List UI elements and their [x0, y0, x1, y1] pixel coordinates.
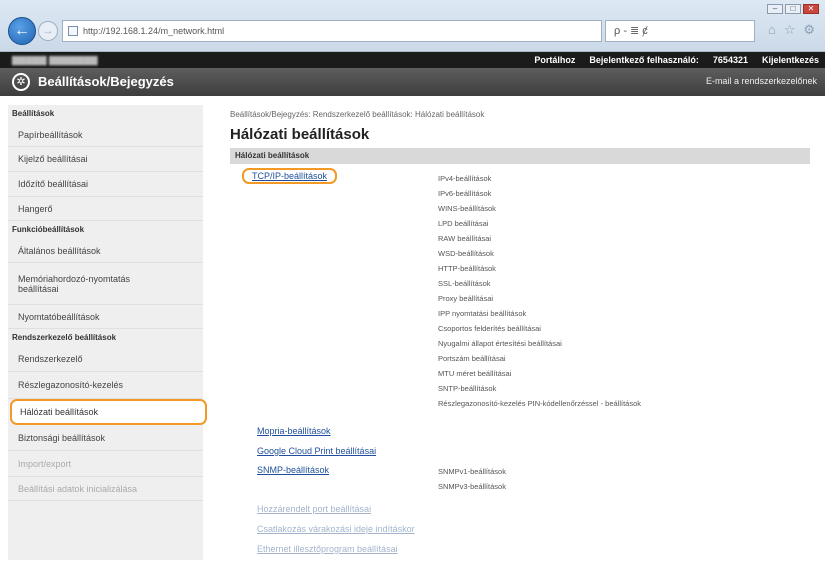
tcpip-sub-item: Portszám beállításai	[438, 354, 506, 363]
sidebar-item-import-export[interactable]: Import/export	[8, 451, 203, 477]
close-button[interactable]: ✕	[803, 4, 819, 14]
page-title: Hálózati beállítások	[230, 126, 370, 143]
settings-gear-icon: ✲	[12, 73, 30, 91]
snmp-settings-link[interactable]: SNMP-beállítások	[257, 465, 329, 475]
minimize-button[interactable]: ‒	[767, 4, 783, 14]
section-header: Hálózati beállítások	[230, 148, 810, 164]
tcpip-sub-item: WINS-beállítások	[438, 204, 496, 213]
tcpip-sub-item: Nyugalmi állapot értesítési beállításai	[438, 339, 562, 348]
snmp-sub-item: SNMPv3-beállítások	[438, 482, 506, 491]
favorites-star-icon[interactable]: ☆	[784, 22, 796, 38]
tcpip-sub-item: RAW beállításai	[438, 234, 492, 243]
address-url: http://192.168.1.24/m_network.html	[83, 26, 225, 36]
sidebar-item-media-print[interactable]: Memóriahordozó-nyomtatás beállításai	[8, 263, 203, 305]
dedicated-port-link[interactable]: Hozzárendelt port beállításai	[257, 504, 371, 514]
sidebar-category-settings: Beállítások	[12, 109, 55, 118]
tcpip-sub-item: SSL-beállítások	[438, 279, 491, 288]
snmp-sub-item: SNMPv1-beállítások	[438, 467, 506, 476]
sidebar: Beállítások Papírbeállítások Kijelző beá…	[8, 105, 207, 560]
sidebar-item-dept-id[interactable]: Részlegazonosító-kezelés	[8, 372, 203, 399]
sidebar-item-paper[interactable]: Papírbeállítások	[8, 123, 203, 147]
address-bar[interactable]: http://192.168.1.24/m_network.html	[62, 20, 602, 42]
tcpip-sub-item: SNTP-beállítások	[438, 384, 497, 393]
sidebar-item-media-line2: beállításai	[18, 283, 59, 294]
tcpip-sub-item: IPv6-beállítások	[438, 189, 492, 198]
tcpip-sub-item: IPP nyomtatási beállítások	[438, 309, 527, 318]
sidebar-category-function: Funkcióbeállítások	[12, 225, 85, 234]
sidebar-item-sysadmin[interactable]: Rendszerkezelő	[8, 347, 203, 372]
browser-toolbar: ⌂ ☆ ⚙	[768, 22, 815, 38]
sidebar-item-printer[interactable]: Nyomtatóbeállítások	[8, 305, 203, 329]
sidebar-category-admin: Rendszerkezelő beállítások	[12, 333, 117, 342]
tcpip-sub-item: Részlegazonosító-kezelés PIN-kódellenőrz…	[438, 399, 642, 408]
mail-admin-link[interactable]: E-mail a rendszerkezelőnek	[706, 76, 817, 86]
tcpip-sub-item: LPD beállításai	[438, 219, 489, 228]
mopria-settings-link[interactable]: Mopria-beállítások	[257, 426, 331, 436]
tcpip-settings-link[interactable]: TCP/IP-beállítások	[242, 168, 338, 184]
google-cloud-print-link[interactable]: Google Cloud Print beállításai	[257, 446, 376, 456]
login-label: Bejelentkező felhasználó:	[589, 55, 699, 65]
tcpip-sub-item: WSD-beállítások	[438, 249, 494, 258]
gear-icon[interactable]: ⚙	[803, 22, 815, 38]
network-settings-list: TCP/IP-beállítások IPv4-beállítások IPv6…	[230, 164, 810, 564]
main-content: Beállítások/Bejegyzés: Rendszerkezelő be…	[230, 110, 810, 564]
search-refresh-controls[interactable]: ρ - ≣ ȼ	[605, 20, 755, 42]
settings-titlebar: ✲ Beállítások/Bejegyzés E-mail a rendsze…	[0, 68, 825, 96]
sidebar-item-network[interactable]: Hálózati beállítások	[10, 399, 207, 425]
back-arrow-icon[interactable]: ←	[8, 17, 36, 45]
forward-arrow-icon[interactable]: →	[38, 21, 58, 41]
search-refresh-label: ρ - ≣ ȼ	[614, 25, 648, 37]
sidebar-item-timer[interactable]: Időzítő beállításai	[8, 172, 203, 197]
sidebar-item-initialize[interactable]: Beállítási adatok inicializálása	[8, 477, 203, 501]
sidebar-item-general[interactable]: Általános beállítások	[8, 239, 203, 263]
sidebar-item-media-line1: Memóriahordozó-nyomtatás	[18, 273, 131, 284]
browser-chrome: ‒ □ ✕ ← → http://192.168.1.24/m_network.…	[0, 0, 825, 52]
tcpip-sub-item: HTTP-beállítások	[438, 264, 496, 273]
tcpip-sub-item: Proxy beállításai	[438, 294, 494, 303]
startup-wait-time-link[interactable]: Csatlakozás várakozási ideje indításkor	[257, 524, 415, 534]
device-name-blurred: ▇▇▇▇▇ ▇▇▇▇▇▇▇	[12, 55, 98, 65]
device-topbar: ▇▇▇▇▇ ▇▇▇▇▇▇▇ Portálhoz Bejelentkező fel…	[0, 52, 825, 68]
sidebar-item-volume[interactable]: Hangerő	[8, 197, 203, 221]
window-controls: ‒ □ ✕	[767, 4, 819, 14]
portal-link[interactable]: Portálhoz	[534, 52, 575, 68]
logout-link[interactable]: Kijelentkezés	[762, 52, 819, 68]
user-id: 7654321	[712, 55, 748, 65]
ethernet-driver-link[interactable]: Ethernet illesztőprogram beállításai	[257, 544, 398, 554]
home-icon[interactable]: ⌂	[768, 22, 776, 38]
tcpip-sub-item: Csoportos felderítés beállításai	[438, 324, 541, 333]
breadcrumb: Beállítások/Bejegyzés: Rendszerkezelő be…	[230, 110, 485, 119]
sidebar-item-security[interactable]: Biztonsági beállítások	[8, 425, 203, 451]
page-icon	[68, 26, 78, 36]
tcpip-sub-item: IPv4-beállítások	[438, 174, 492, 183]
maximize-button[interactable]: □	[785, 4, 801, 14]
tcpip-sub-item: MTU méret beállításai	[438, 369, 512, 378]
app-title: Beállítások/Bejegyzés	[38, 74, 174, 89]
sidebar-item-display[interactable]: Kijelző beállításai	[8, 147, 203, 172]
